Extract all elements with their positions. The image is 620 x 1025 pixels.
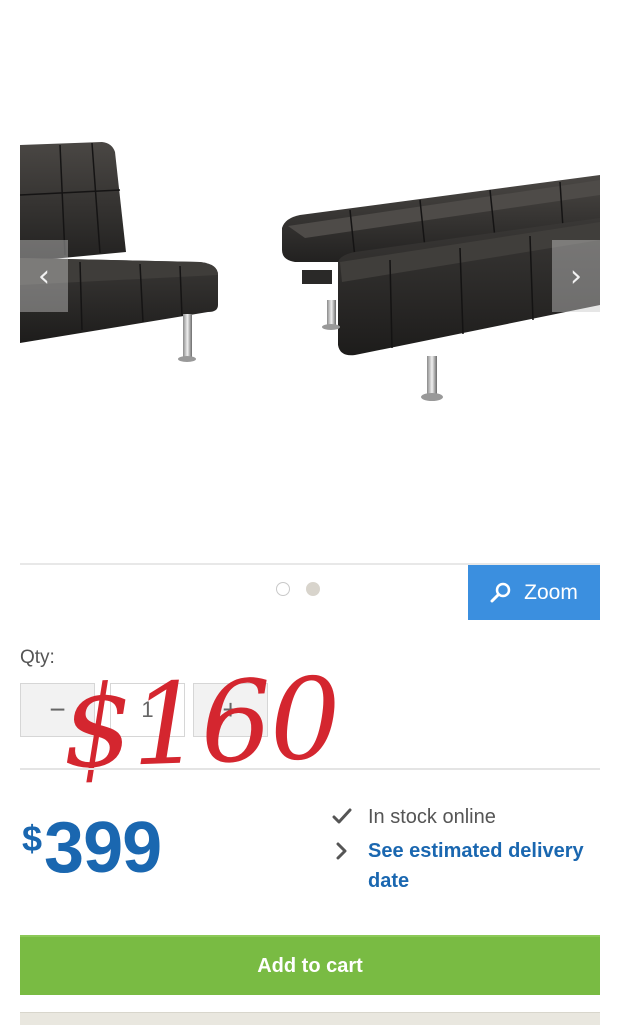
- product-image: [20, 142, 600, 401]
- handwritten-price-overlay: $160: [59, 654, 342, 794]
- price-currency: $: [22, 818, 43, 859]
- stock-text: In stock online: [368, 806, 496, 828]
- delivery-link[interactable]: See estimated delivery date: [368, 836, 608, 896]
- product-price: $ 399: [22, 808, 162, 888]
- zoom-label: Zoom: [524, 580, 578, 604]
- gallery-prev-button[interactable]: ‹: [20, 240, 68, 312]
- price-amount: 399: [44, 808, 162, 888]
- section-divider: [20, 768, 600, 770]
- delivery-estimate[interactable]: See estimated delivery date: [332, 836, 608, 896]
- gallery-pagination: [276, 582, 320, 596]
- stock-status: In stock online: [332, 804, 496, 830]
- gallery-next-button[interactable]: ›: [552, 240, 600, 312]
- add-to-cart-button[interactable]: Add to cart: [20, 935, 600, 995]
- quantity-label: Qty:: [20, 647, 55, 668]
- checkmark-icon: [332, 804, 352, 830]
- zoom-button[interactable]: Zoom: [468, 565, 600, 620]
- gallery-dot-2[interactable]: [306, 582, 320, 596]
- chevron-left-icon: ‹: [38, 258, 50, 294]
- product-image-gallery[interactable]: ‹ ›: [20, 0, 600, 563]
- search-icon: [490, 582, 511, 602]
- bottom-bar: [20, 1012, 600, 1025]
- add-to-cart-label: Add to cart: [257, 954, 363, 977]
- gallery-dot-1[interactable]: [276, 582, 290, 596]
- chevron-right-icon: [332, 836, 352, 866]
- chevron-right-icon: ›: [570, 258, 582, 294]
